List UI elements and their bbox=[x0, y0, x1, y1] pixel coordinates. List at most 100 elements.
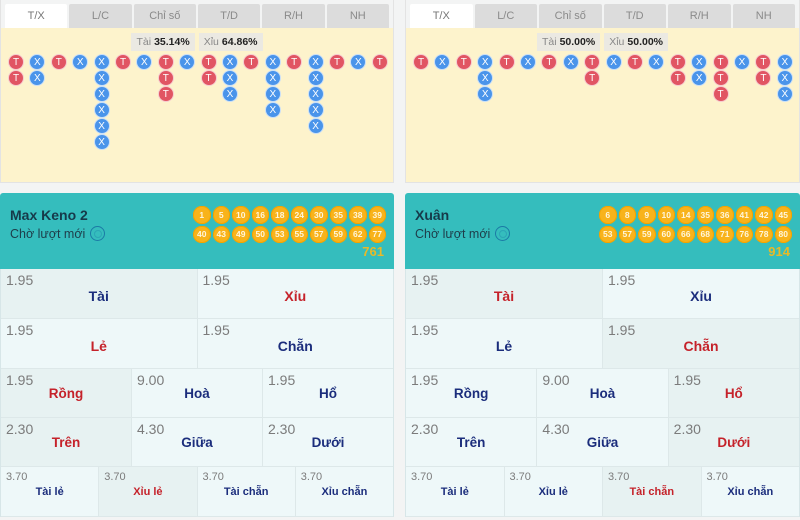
xiu-bead: X bbox=[307, 118, 324, 134]
bet-option[interactable]: 3.70 Tài lẻ bbox=[1, 467, 100, 516]
bet-odds: 3.70 bbox=[411, 471, 433, 483]
tab-tx[interactable]: T/X bbox=[410, 4, 473, 28]
bet-label: Hổ bbox=[319, 386, 337, 401]
tab-chi-so[interactable]: Chỉ số bbox=[133, 4, 196, 28]
result-ball: 71 bbox=[716, 225, 734, 243]
bet-option[interactable]: 3.70 Tài chẵn bbox=[198, 467, 296, 516]
bet-label: Tài chẵn bbox=[629, 486, 675, 498]
result-ball: 57 bbox=[618, 225, 636, 243]
bet-option[interactable]: 4.30 Giữa bbox=[537, 418, 669, 466]
result-ball: 6 bbox=[599, 206, 617, 224]
tab-rh[interactable]: R/H bbox=[668, 4, 731, 28]
bet-odds: 1.95 bbox=[608, 272, 636, 288]
result-ball: 49 bbox=[232, 225, 250, 243]
bet-option[interactable]: 1.95 Tài bbox=[406, 269, 603, 318]
bet-row: 1.95 Tài 1.95 Xỉu bbox=[1, 269, 393, 319]
status-text: Chờ lượt mới bbox=[415, 226, 491, 241]
bet-label: Giữa bbox=[586, 435, 619, 450]
xiu-bead: X bbox=[307, 102, 324, 118]
bet-option[interactable]: 3.70 Tài lẻ bbox=[406, 467, 505, 516]
tai-bead: T bbox=[371, 54, 388, 70]
bet-odds: 3.70 bbox=[300, 471, 323, 483]
tab-lc[interactable]: L/C bbox=[474, 4, 537, 28]
xiu-bead: X bbox=[264, 54, 281, 70]
result-ball: 36 bbox=[716, 206, 734, 224]
bet-option[interactable]: 1.95 Chẵn bbox=[603, 319, 799, 368]
bet-odds: 1.95 bbox=[608, 322, 636, 338]
xiu-bead: X bbox=[477, 86, 494, 102]
bet-option[interactable]: 9.00 Hoà bbox=[132, 369, 263, 417]
bet-label: Lẻ bbox=[90, 338, 107, 354]
statistics-board: T/X L/C Chỉ số T/D R/H NH Tài 35.14% Xỉu 6… bbox=[0, 0, 394, 183]
bet-option[interactable]: 2.30 Dưới bbox=[263, 418, 393, 466]
bet-option[interactable]: 1.95 Tài bbox=[1, 269, 198, 318]
tai-percent: 50.00% bbox=[559, 36, 596, 48]
tab-nh[interactable]: NH bbox=[732, 4, 795, 28]
tai-bead: T bbox=[157, 70, 174, 86]
bet-option[interactable]: 1.95 Xỉu bbox=[603, 269, 799, 318]
percent-summary: Tài 50.00% Xỉu 50.00% bbox=[406, 33, 799, 51]
tab-lc[interactable]: L/C bbox=[69, 4, 132, 28]
bet-option[interactable]: 9.00 Hoà bbox=[537, 369, 669, 417]
tab-tx[interactable]: T/X bbox=[5, 4, 68, 28]
tai-bead: T bbox=[755, 54, 772, 70]
tab-nh[interactable]: NH bbox=[326, 4, 389, 28]
bet-option[interactable]: 2.30 Dưới bbox=[668, 418, 799, 466]
tab-chi-so[interactable]: Chỉ số bbox=[539, 4, 602, 28]
xiu-bead: X bbox=[734, 54, 750, 70]
bet-label: Xỉu bbox=[284, 288, 307, 304]
result-ball: 53 bbox=[271, 225, 289, 243]
result-ball: 8 bbox=[618, 206, 636, 224]
bet-odds: 3.70 bbox=[104, 471, 126, 483]
bet-option[interactable]: 2.30 Trên bbox=[406, 418, 538, 466]
bet-odds: 1.95 bbox=[6, 322, 34, 338]
bet-option[interactable]: 1.95 Lẻ bbox=[406, 319, 603, 368]
bet-odds: 3.70 bbox=[6, 471, 28, 483]
tab-rh[interactable]: R/H bbox=[262, 4, 325, 28]
bet-row: 1.95 Rồng 9.00 Hoà 1.95 Hổ bbox=[1, 369, 393, 418]
tai-bead: T bbox=[50, 54, 67, 70]
xiu-bead: X bbox=[477, 70, 494, 86]
bet-option[interactable]: 3.70 Xỉu chẵn bbox=[702, 467, 800, 516]
loading-spinner-icon bbox=[90, 226, 106, 241]
bet-option[interactable]: 1.95 Rồng bbox=[406, 369, 538, 417]
result-ball: 68 bbox=[696, 225, 714, 243]
bet-odds: 1.95 bbox=[202, 322, 230, 338]
tab-td[interactable]: T/D bbox=[603, 4, 666, 28]
bet-option[interactable]: 2.30 Trên bbox=[1, 418, 132, 466]
xiu-bead: X bbox=[136, 54, 153, 70]
bet-row: 1.95 Tài 1.95 Xỉu bbox=[406, 269, 799, 319]
tab-td[interactable]: T/D bbox=[197, 4, 261, 28]
bet-label: Hổ bbox=[724, 386, 743, 401]
xiu-bead: X bbox=[264, 102, 281, 118]
bet-label: Xỉu chẵn bbox=[321, 486, 368, 498]
bet-option[interactable]: 1.95 Hổ bbox=[668, 369, 799, 417]
bet-row: 3.70 Tài lẻ 3.70 Xỉu lẻ 3.70 Tài chẵn 3.70 Xỉu … bbox=[406, 467, 799, 517]
xiu-bead: X bbox=[648, 54, 665, 70]
bet-option[interactable]: 1.95 Hổ bbox=[263, 369, 393, 417]
bet-option[interactable]: 1.95 Chẵn bbox=[198, 319, 394, 368]
xiu-label: Xỉu bbox=[203, 36, 219, 48]
bet-option[interactable]: 3.70 Tài chẵn bbox=[603, 467, 702, 516]
bet-option[interactable]: 1.95 Rồng bbox=[1, 369, 132, 417]
bet-option[interactable]: 3.70 Xỉu lẻ bbox=[505, 467, 603, 516]
bet-option[interactable]: 1.95 Xỉu bbox=[198, 269, 394, 318]
result-ball: 9 bbox=[638, 206, 656, 224]
bet-option[interactable]: 1.95 Lẻ bbox=[1, 319, 198, 368]
xiu-bead: X bbox=[307, 54, 324, 70]
result-ball: 38 bbox=[349, 206, 367, 224]
result-ball: 39 bbox=[368, 206, 386, 224]
round-number: 761 bbox=[362, 244, 384, 259]
tai-bead: T bbox=[8, 70, 24, 86]
bet-option[interactable]: 4.30 Giữa bbox=[132, 418, 263, 466]
tai-label: Tài bbox=[541, 36, 557, 48]
bet-label: Dưới bbox=[311, 435, 345, 450]
bet-option[interactable]: 3.70 Xỉu lẻ bbox=[99, 467, 198, 516]
xiu-label: Xỉu bbox=[609, 36, 625, 48]
xiu-bead: X bbox=[93, 134, 110, 150]
bet-label: Tài bbox=[88, 288, 109, 304]
xiu-bead: X bbox=[477, 54, 494, 70]
bet-option[interactable]: 3.70 Xỉu chẵn bbox=[296, 467, 393, 516]
result-ball: 66 bbox=[677, 225, 695, 243]
bead-road: TTXXTXXXXXXXTXTTTXTTXXXTXXXXTXXXXXTXT bbox=[1, 54, 393, 164]
